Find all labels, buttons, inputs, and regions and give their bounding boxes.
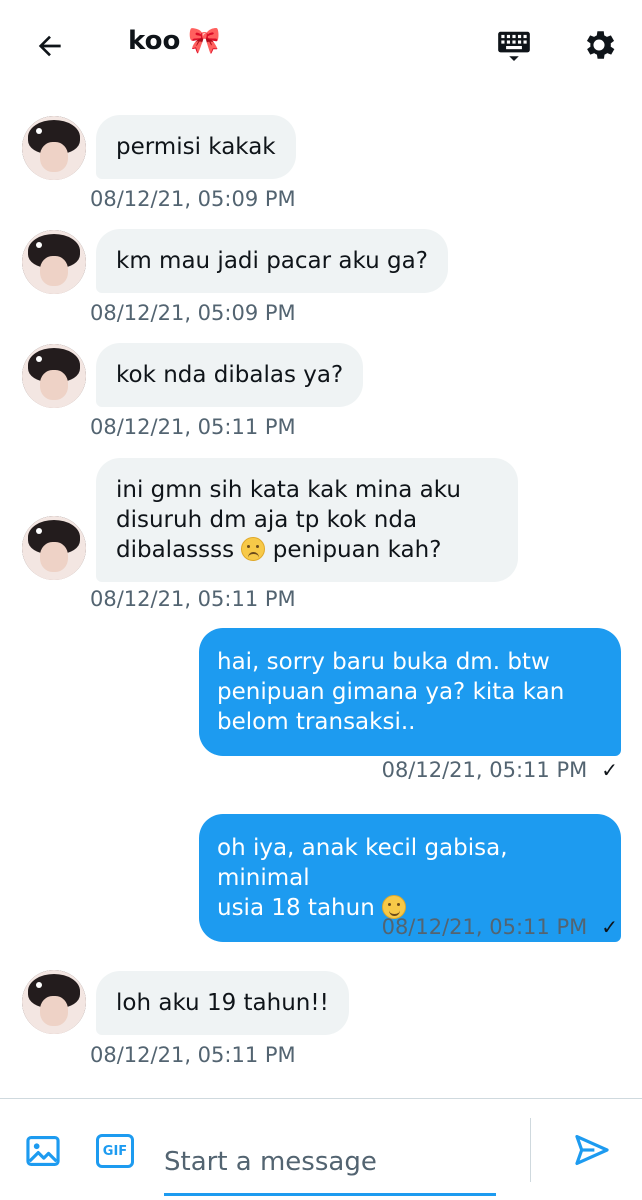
message-text: loh aku 19 tahun!! bbox=[116, 990, 329, 1016]
message-line: belom transaksi.. bbox=[217, 709, 416, 735]
message-text: dibalassss bbox=[116, 537, 235, 563]
sent-check-icon: ✓ bbox=[601, 915, 618, 939]
message-text: penipuan kah? bbox=[272, 537, 442, 563]
message-line: oh iya, anak kecil gabisa, minimal bbox=[217, 835, 508, 891]
conversation-title[interactable]: koo 🎀 bbox=[128, 26, 221, 56]
incoming-message-bubble[interactable]: loh aku 19 tahun!! bbox=[96, 971, 349, 1035]
message-timestamp: 08/12/21, 05:11 PM bbox=[90, 415, 296, 439]
gif-icon: GIF bbox=[96, 1134, 134, 1168]
message-line: hai, sorry baru buka dm. btw bbox=[217, 649, 550, 675]
keyboard-button[interactable] bbox=[492, 24, 536, 68]
ribbon-emoji: 🎀 bbox=[188, 26, 221, 56]
sender-avatar[interactable] bbox=[22, 344, 86, 408]
message-status-row: 08/12/21, 05:11 PM ✓ bbox=[382, 758, 618, 782]
message-timestamp: 08/12/21, 05:11 PM bbox=[90, 587, 296, 611]
conversation-header: koo 🎀 bbox=[0, 0, 642, 90]
sent-check-icon: ✓ bbox=[601, 758, 618, 782]
message-timestamp: 08/12/21, 05:11 PM bbox=[90, 1043, 296, 1067]
keyboard-icon bbox=[498, 31, 530, 62]
message-line: ini gmn sih kata kak mina aku bbox=[116, 477, 461, 503]
send-button[interactable] bbox=[572, 1130, 612, 1170]
incoming-message-bubble[interactable]: km mau jadi pacar aku ga? bbox=[96, 229, 448, 293]
message-input[interactable] bbox=[164, 1126, 496, 1196]
message-text: kok nda dibalas ya? bbox=[116, 362, 344, 388]
image-icon bbox=[26, 1135, 60, 1167]
sender-avatar[interactable] bbox=[22, 230, 86, 294]
message-line-with-emoji: dibalassss penipuan kah? bbox=[116, 535, 498, 565]
sender-avatar[interactable] bbox=[22, 116, 86, 180]
incoming-message-bubble[interactable]: kok nda dibalas ya? bbox=[96, 343, 364, 407]
outgoing-message-bubble[interactable]: hai, sorry baru buka dm. btw penipuan gi… bbox=[199, 628, 621, 756]
conversation-name: koo bbox=[128, 26, 181, 56]
incoming-message-bubble[interactable]: ini gmn sih kata kak mina aku disuruh dm… bbox=[96, 458, 518, 582]
message-line: disuruh dm aja tp kok nda bbox=[116, 507, 418, 533]
message-status-row: 08/12/21, 05:11 PM ✓ bbox=[382, 915, 618, 939]
send-icon bbox=[575, 1134, 609, 1166]
message-text: km mau jadi pacar aku ga? bbox=[116, 248, 428, 274]
message-text: permisi kakak bbox=[116, 134, 276, 160]
gif-label: GIF bbox=[102, 1143, 128, 1159]
composer-vertical-divider bbox=[530, 1118, 531, 1182]
gif-button[interactable]: GIF bbox=[94, 1130, 136, 1172]
message-timestamp: 08/12/21, 05:11 PM bbox=[381, 758, 588, 782]
message-timestamp: 08/12/21, 05:09 PM bbox=[90, 301, 296, 325]
message-text: usia 18 tahun bbox=[217, 895, 375, 921]
arrow-left-icon bbox=[38, 35, 61, 57]
settings-button[interactable] bbox=[576, 22, 622, 68]
message-line: penipuan gimana ya? kita kan bbox=[217, 679, 565, 705]
back-button[interactable] bbox=[28, 24, 72, 68]
sender-avatar[interactable] bbox=[22, 970, 86, 1034]
message-timestamp: 08/12/21, 05:11 PM bbox=[381, 915, 588, 939]
add-media-button[interactable] bbox=[22, 1130, 64, 1172]
message-timestamp: 08/12/21, 05:09 PM bbox=[90, 187, 296, 211]
incoming-message-bubble[interactable]: permisi kakak bbox=[96, 115, 296, 179]
sender-avatar[interactable] bbox=[22, 516, 86, 580]
persevering-face-emoji bbox=[241, 537, 266, 561]
composer-divider bbox=[0, 1098, 642, 1099]
gear-icon bbox=[586, 31, 615, 59]
